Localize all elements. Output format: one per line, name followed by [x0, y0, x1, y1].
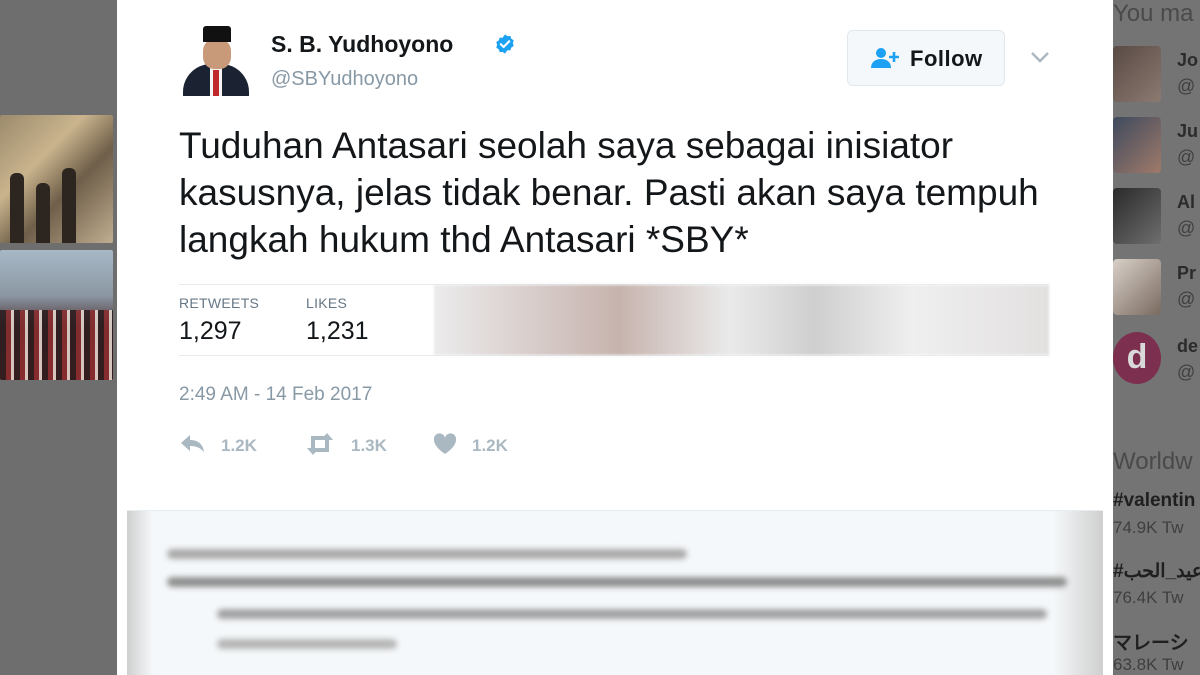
retweets-label: RETWEETS — [179, 295, 260, 311]
tweet-timestamp[interactable]: 2:49 AM - 14 Feb 2017 — [179, 384, 372, 406]
suggested-user[interactable]: Ju @ — [1113, 117, 1200, 173]
trend-tag[interactable]: マレーシ — [1113, 628, 1189, 655]
verified-badge-icon — [496, 34, 514, 54]
tweet-actions: 1.2K 1.3K 1.2K — [179, 430, 599, 460]
like-count: 1.2K — [472, 436, 508, 455]
suggested-user-handle: @ — [1177, 289, 1196, 309]
background-photo-event — [0, 115, 113, 243]
avatar: d — [1113, 332, 1161, 384]
tweet-stats: RETWEETS 1,297 LIKES 1,231 — [179, 284, 1049, 356]
heart-icon — [433, 433, 457, 454]
suggested-user[interactable]: Al @ — [1113, 188, 1200, 244]
tweet-card: S. B. Yudhoyono @SBYudhoyono Follow Tudu… — [117, 0, 1113, 675]
who-to-follow-title: You ma — [1113, 0, 1194, 27]
suggested-user-handle: @ — [1177, 147, 1196, 167]
likes-stat[interactable]: LIKES 1,231 — [306, 295, 369, 346]
blurred-reply-line — [167, 549, 687, 559]
blurred-reply-line — [217, 639, 397, 649]
background-left — [0, 0, 117, 675]
follow-label: Follow — [910, 46, 983, 71]
retweets-count: 1,297 — [179, 317, 242, 345]
trend-tag[interactable]: #عيد_الحب — [1113, 560, 1200, 583]
suggested-user-name: Jo — [1177, 50, 1199, 70]
suggested-user-name: Al — [1177, 192, 1195, 212]
suggested-user-name: Ju — [1177, 121, 1199, 141]
author-name[interactable]: S. B. Yudhoyono — [271, 31, 453, 58]
follow-button[interactable]: Follow — [847, 30, 1005, 86]
blurred-reply-line — [167, 577, 1067, 587]
replies-blurred — [127, 510, 1103, 675]
reply-count: 1.2K — [221, 436, 257, 455]
chevron-down-icon[interactable] — [1027, 44, 1053, 70]
trend-tag[interactable]: #valentin — [1113, 490, 1195, 512]
likes-label: LIKES — [306, 295, 348, 311]
retweet-count: 1.3K — [351, 436, 387, 455]
retweets-stat[interactable]: RETWEETS 1,297 — [179, 295, 259, 346]
author-handle[interactable]: @SBYudhoyono — [271, 68, 418, 91]
author-avatar[interactable] — [179, 22, 253, 96]
background-photo-crowd — [0, 250, 113, 380]
suggested-user-name: Pr — [1177, 263, 1197, 283]
avatar — [1113, 188, 1161, 244]
suggested-user[interactable]: Pr @ — [1113, 259, 1200, 315]
retweet-icon — [307, 433, 333, 455]
liker-avatars-blurred — [434, 285, 1049, 355]
suggested-user[interactable]: d de @ — [1113, 332, 1200, 388]
suggested-user-handle: @ — [1177, 362, 1196, 382]
avatar — [1113, 259, 1161, 315]
avatar — [1113, 117, 1161, 173]
photo-figure — [62, 168, 76, 243]
tweet-text: Tuduhan Antasari seolah saya sebagai ini… — [179, 125, 1039, 260]
trends-title: Worldw — [1113, 448, 1193, 475]
suggested-user[interactable]: Jo @ — [1113, 46, 1200, 102]
reply-icon — [181, 435, 204, 452]
sidebar-right: You ma Jo @ Ju @ Al @ Pr @ d de @ Worldw… — [1113, 0, 1200, 675]
suggested-user-handle: @ — [1177, 76, 1196, 96]
likes-count: 1,231 — [306, 317, 369, 345]
add-user-icon — [871, 48, 899, 68]
reply-shade-right — [1053, 511, 1103, 675]
trend-count: 76.4K Tw — [1113, 588, 1184, 607]
suggested-user-handle: @ — [1177, 218, 1196, 238]
reply-shade-left — [127, 511, 153, 675]
suggested-user-name: de — [1177, 336, 1199, 356]
trend-count: 63.8K Tw — [1113, 655, 1184, 674]
photo-figure — [36, 183, 50, 243]
avatar — [1113, 46, 1161, 102]
trend-count: 74.9K Tw — [1113, 518, 1184, 537]
photo-crowd — [0, 310, 113, 380]
blurred-reply-line — [217, 609, 1047, 619]
photo-figure — [10, 173, 24, 243]
